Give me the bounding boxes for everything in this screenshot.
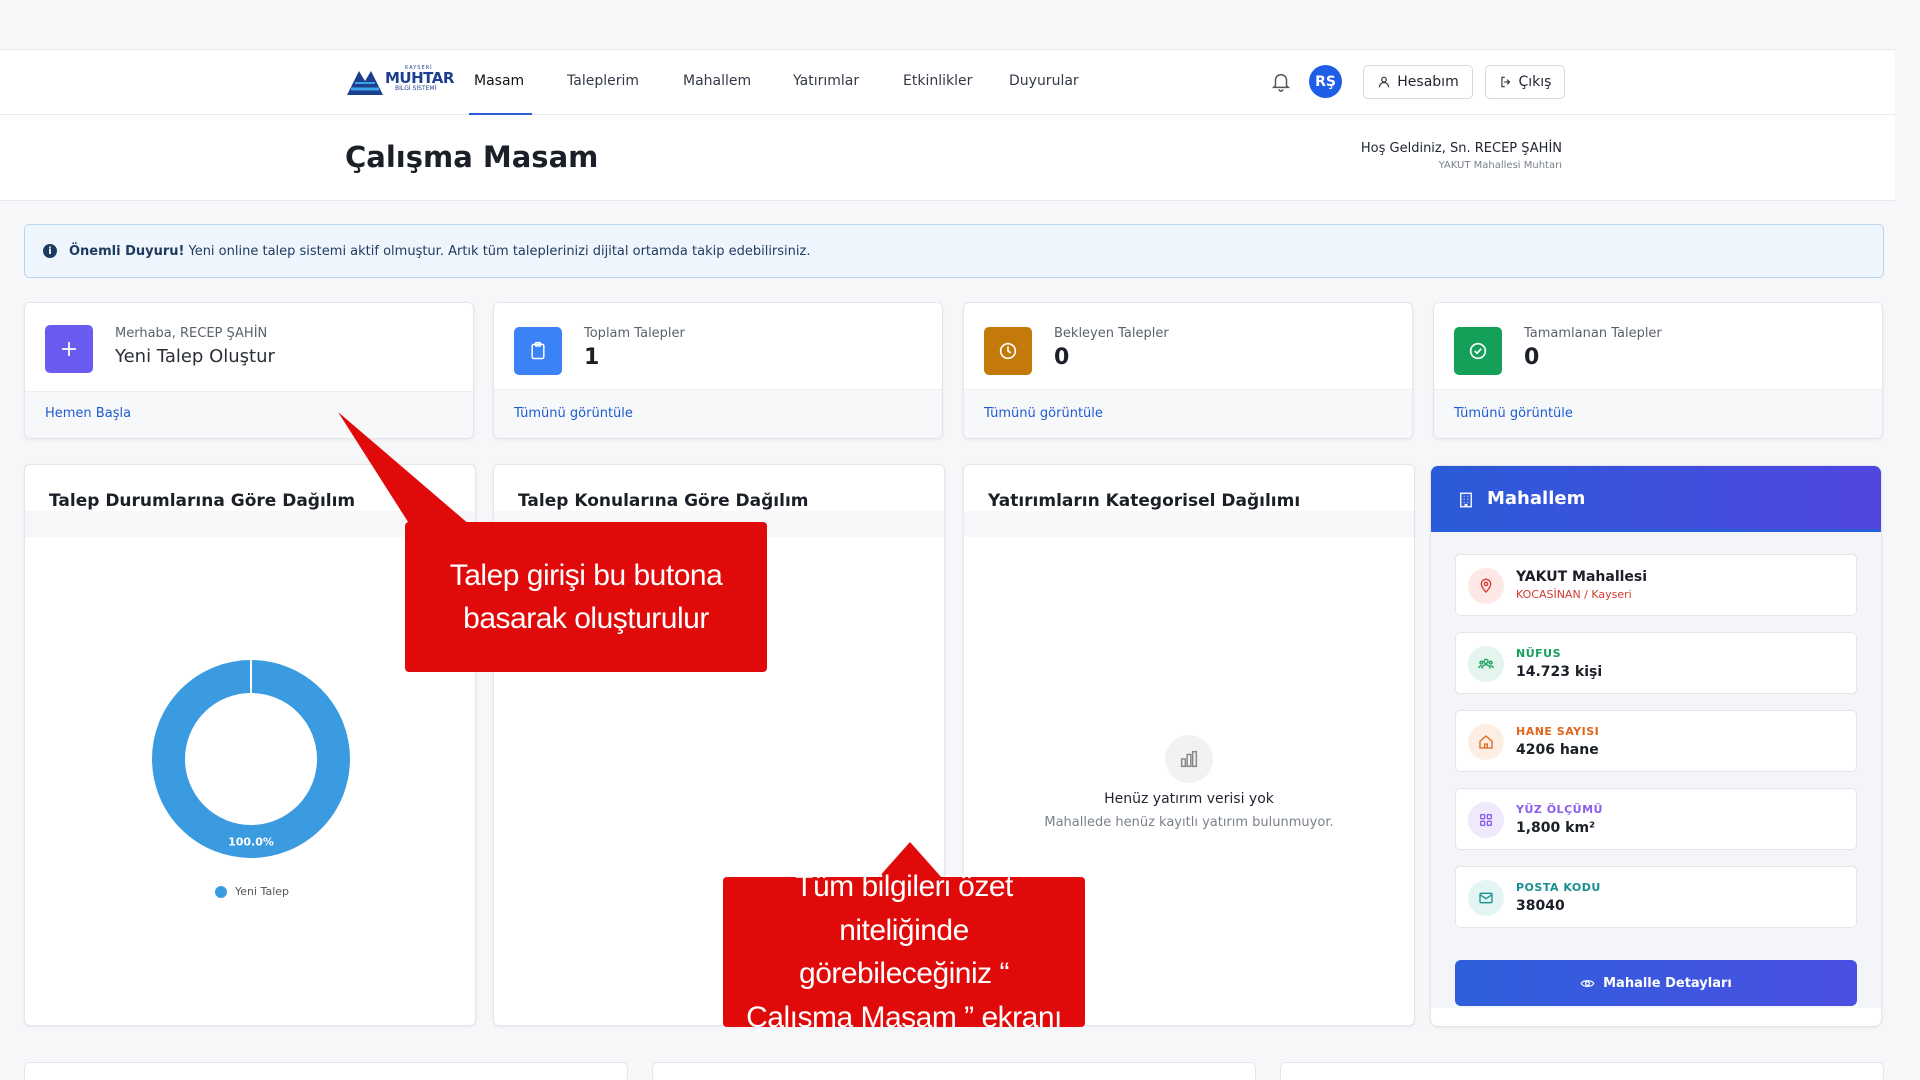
bar-chart-icon bbox=[1165, 735, 1213, 783]
greeting-text: Merhaba, RECEP ŞAHİN bbox=[115, 326, 268, 341]
info-row-postal: POSTA KODU 38040 bbox=[1455, 866, 1857, 928]
population-value: 14.723 kişi bbox=[1516, 664, 1603, 680]
start-now-link[interactable]: Hemen Başla bbox=[25, 391, 473, 438]
status-panel-title: Talep Durumlarına Göre Dağılım bbox=[49, 491, 356, 511]
welcome-text: Hoş Geldiniz, Sn. RECEP ŞAHİN bbox=[1360, 141, 1562, 156]
mahallem-header: Mahallem bbox=[1431, 466, 1881, 532]
navbar: KAYSERİ MUHTAR BİLGİ SİSTEMİ Masam Talep… bbox=[0, 49, 1895, 115]
mahalle-name: YAKUT Mahallesi bbox=[1516, 569, 1648, 585]
new-request-label: Yeni Talep Oluştur bbox=[115, 346, 275, 367]
empty-state-subtitle: Mahallede henüz kayıtlı yatırım bulunmuy… bbox=[1044, 815, 1334, 830]
invest-panel-title: Yatırımların Kategorisel Dağılımı bbox=[988, 491, 1301, 511]
info-row-area: YÜZ ÖLÇÜMÜ 1,800 km² bbox=[1455, 788, 1857, 850]
total-requests-value: 1 bbox=[584, 345, 600, 370]
info-row-households: HANE SAYISI 4206 hane bbox=[1455, 710, 1857, 772]
bottom-card-2 bbox=[652, 1062, 1256, 1080]
postal-value: 38040 bbox=[1516, 898, 1565, 914]
completed-view-all-link[interactable]: Tümünü görüntüle bbox=[1434, 389, 1882, 438]
announcement-text: Yeni online talep sistemi aktif olmuştur… bbox=[188, 243, 811, 259]
callout-summary: Tüm bilgileri özet niteliğinde görebilec… bbox=[723, 870, 1085, 1034]
user-icon bbox=[1379, 76, 1390, 88]
pending-requests-card[interactable]: Bekleyen Talepler 0 Tümünü görüntüle bbox=[963, 302, 1413, 439]
grid-icon bbox=[1468, 802, 1504, 838]
pending-view-all-link[interactable]: Tümünü görüntüle bbox=[964, 389, 1412, 438]
households-value: 4206 hane bbox=[1516, 742, 1599, 758]
building-icon bbox=[1460, 492, 1472, 508]
welcome-block: Hoş Geldiniz, Sn. RECEP ŞAHİN YAKUT Maha… bbox=[1361, 141, 1562, 171]
bottom-card-1 bbox=[24, 1062, 628, 1080]
info-row-population: NÜFUS 14.723 kişi bbox=[1455, 632, 1857, 694]
map-pin-icon bbox=[1468, 568, 1504, 604]
role-text: YAKUT Mahallesi Muhtarı bbox=[1438, 160, 1562, 171]
bottom-card-3 bbox=[1280, 1062, 1884, 1080]
page-header: Çalışma Masam Hoş Geldiniz, Sn. RECEP ŞA… bbox=[0, 115, 1895, 201]
postal-label: POSTA KODU bbox=[1516, 881, 1601, 894]
nav-item-mahallem[interactable]: Mahallem bbox=[683, 73, 751, 89]
account-button[interactable]: Hesabım bbox=[1363, 65, 1473, 99]
new-request-card[interactable]: Merhaba, RECEP ŞAHİN Yeni Talep Oluştur … bbox=[24, 302, 474, 439]
panel-divider bbox=[964, 511, 1414, 537]
population-label: NÜFUS bbox=[1516, 647, 1562, 660]
bell-icon[interactable] bbox=[1270, 69, 1292, 93]
completed-requests-label: Tamamlanan Talepler bbox=[1524, 326, 1662, 341]
logout-button[interactable]: Çıkış bbox=[1485, 65, 1565, 99]
empty-state-title: Henüz yatırım verisi yok bbox=[1104, 791, 1274, 807]
clipboard-icon bbox=[514, 327, 562, 375]
topics-panel-title: Talep Konularına Göre Dağılım bbox=[518, 491, 809, 511]
clock-icon bbox=[984, 327, 1032, 375]
legend-label: Yeni Talep bbox=[235, 885, 289, 898]
details-button-label: Mahalle Detayları bbox=[1603, 975, 1732, 991]
logo-line2: MUHTAR bbox=[385, 69, 454, 87]
area-value: 1,800 km² bbox=[1516, 820, 1596, 836]
mahallem-body: YAKUT Mahallesi KOCASİNAN / Kayseri NÜFU… bbox=[1431, 532, 1881, 1008]
pending-requests-value: 0 bbox=[1054, 345, 1070, 370]
people-icon bbox=[1468, 646, 1504, 682]
total-view-all-link[interactable]: Tümünü görüntüle bbox=[494, 389, 942, 438]
households-label: HANE SAYISI bbox=[1516, 725, 1600, 738]
pending-requests-label: Bekleyen Talepler bbox=[1054, 326, 1169, 341]
logout-icon bbox=[1500, 76, 1510, 88]
nav-item-yatirimlar[interactable]: Yatırımlar bbox=[793, 73, 859, 89]
completed-requests-card[interactable]: Tamamlanan Talepler 0 Tümünü görüntüle bbox=[1433, 302, 1883, 439]
page-title: Çalışma Masam bbox=[345, 140, 599, 174]
total-requests-card[interactable]: Toplam Talepler 1 Tümünü görüntüle bbox=[493, 302, 943, 439]
mail-icon bbox=[1468, 880, 1504, 916]
nav-item-duyurular[interactable]: Duyurular bbox=[1009, 73, 1079, 89]
donut-data-label-0: 100.0% bbox=[228, 836, 274, 849]
logo[interactable]: KAYSERİ MUHTAR BİLGİ SİSTEMİ bbox=[345, 63, 454, 101]
mahalle-location: KOCASİNAN / Kayseri bbox=[1516, 588, 1632, 601]
logo-mark-icon bbox=[347, 71, 383, 95]
callout-create-request: Talep girişi bu butona basarak oluşturul… bbox=[405, 522, 767, 672]
info-icon: i bbox=[43, 244, 57, 258]
donut-slice-0[interactable] bbox=[152, 660, 350, 858]
nav-item-masam[interactable]: Masam bbox=[474, 73, 524, 89]
plus-icon bbox=[45, 325, 93, 373]
announcement-banner: i Önemli Duyuru! Yeni online talep siste… bbox=[24, 224, 1884, 278]
chart-legend: Yeni Talep bbox=[215, 885, 289, 898]
logout-label: Çıkış bbox=[1518, 74, 1552, 90]
home-icon bbox=[1468, 724, 1504, 760]
mahallem-panel: Mahallem YAKUT Mahallesi KOCASİNAN / Kay… bbox=[1430, 465, 1882, 1027]
check-circle-icon bbox=[1454, 327, 1502, 375]
mahalle-details-button[interactable]: Mahalle Detayları bbox=[1455, 960, 1857, 1006]
nav-item-etkinlikler[interactable]: Etkinlikler bbox=[903, 73, 972, 89]
info-row-name: YAKUT Mahallesi KOCASİNAN / Kayseri bbox=[1455, 554, 1857, 616]
area-label: YÜZ ÖLÇÜMÜ bbox=[1516, 803, 1603, 816]
account-label: Hesabım bbox=[1397, 74, 1459, 90]
legend-swatch bbox=[215, 885, 227, 898]
avatar[interactable]: RŞ bbox=[1309, 65, 1342, 98]
completed-requests-value: 0 bbox=[1524, 345, 1540, 370]
eye-icon bbox=[1580, 979, 1595, 987]
announcement-title: Önemli Duyuru! bbox=[69, 243, 185, 259]
total-requests-label: Toplam Talepler bbox=[584, 326, 685, 341]
top-strip bbox=[0, 0, 1920, 49]
mahallem-title: Mahallem bbox=[1487, 488, 1586, 509]
nav-item-taleplerim[interactable]: Taleplerim bbox=[567, 73, 639, 89]
